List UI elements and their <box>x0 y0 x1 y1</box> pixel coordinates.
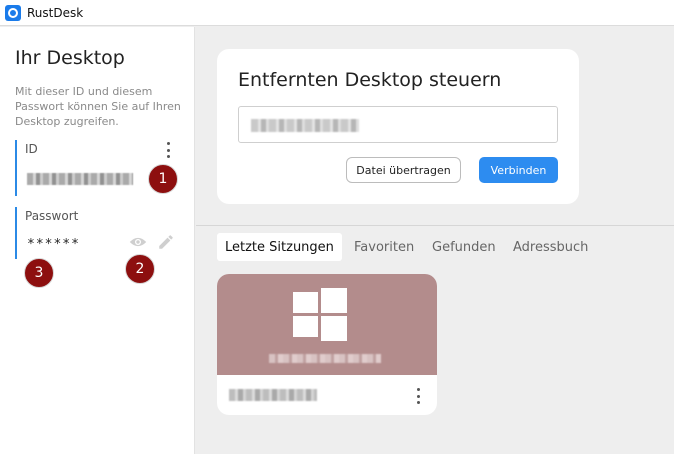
remote-control-title: Entfernten Desktop steuern <box>238 69 502 91</box>
rustdesk-logo-icon <box>5 4 21 21</box>
session-card[interactable] <box>217 274 437 415</box>
id-more-options-icon[interactable] <box>166 142 170 158</box>
annotation-badge-3: 3 <box>24 258 54 288</box>
connect-button[interactable]: Verbinden <box>479 157 558 183</box>
session-hostname-redacted <box>269 354 381 363</box>
remote-control-card: Entfernten Desktop steuern Datei übertra… <box>217 49 579 204</box>
password-label: Passwort <box>25 209 79 223</box>
section-divider <box>196 225 674 226</box>
annotation-badge-1: 1 <box>148 164 178 194</box>
your-desktop-description: Mit dieser ID und diesem Passwort können… <box>15 85 181 128</box>
session-thumbnail[interactable] <box>217 274 437 375</box>
your-desktop-title: Ihr Desktop <box>15 47 125 69</box>
edit-password-icon[interactable] <box>157 233 175 251</box>
id-label: ID <box>25 142 38 156</box>
id-value-redacted <box>27 173 133 185</box>
tab-recent-sessions[interactable]: Letzte Sitzungen <box>217 233 342 261</box>
tab-discovered[interactable]: Gefunden <box>424 233 504 261</box>
password-field: Passwort ****** <box>15 207 180 259</box>
windows-logo-icon <box>293 288 347 341</box>
show-password-icon[interactable] <box>129 236 147 248</box>
session-more-options-icon[interactable] <box>416 388 420 404</box>
annotation-badge-2: 2 <box>125 254 155 284</box>
remote-id-input[interactable] <box>238 106 558 143</box>
session-id-redacted <box>229 389 317 401</box>
tab-favorites[interactable]: Favoriten <box>346 233 422 261</box>
password-value: ****** <box>27 237 80 252</box>
tab-address-book[interactable]: Adressbuch <box>505 233 596 261</box>
app-title: RustDesk <box>27 5 84 20</box>
title-bar: RustDesk <box>0 0 674 26</box>
remote-id-value-redacted <box>251 119 359 132</box>
file-transfer-button[interactable]: Datei übertragen <box>346 157 461 183</box>
